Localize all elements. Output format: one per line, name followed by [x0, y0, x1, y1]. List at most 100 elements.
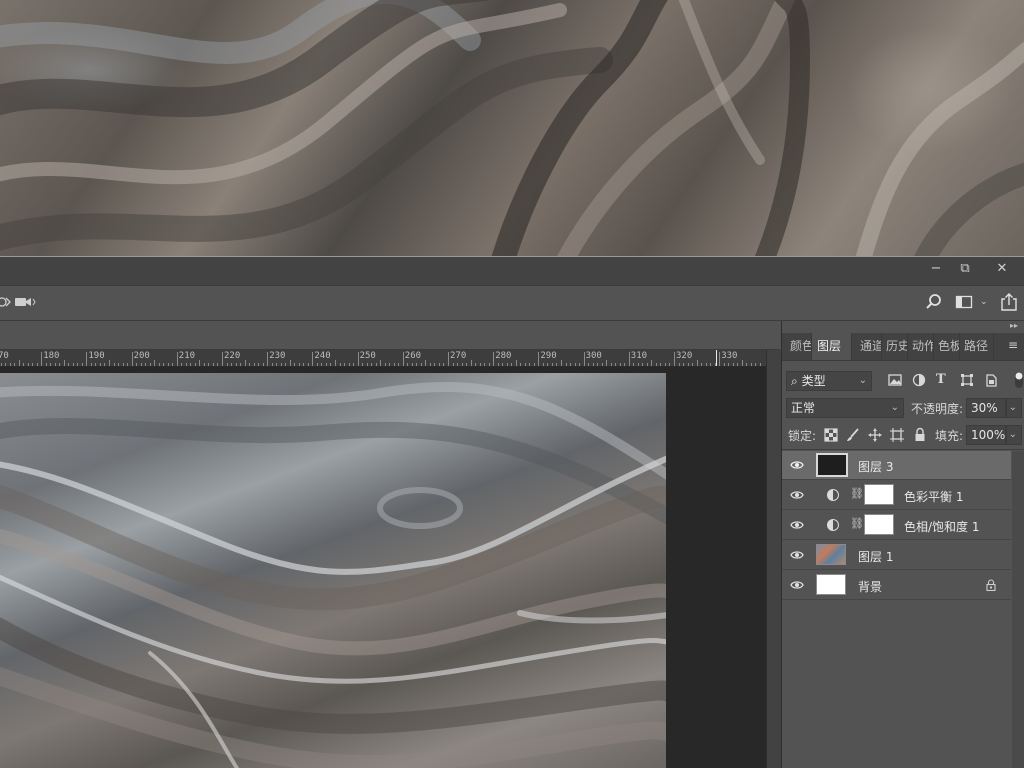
ruler-tick	[285, 363, 287, 366]
lock-icon	[986, 579, 996, 591]
layer-row[interactable]: ⛓ 色相/饱和度 1	[782, 511, 1011, 540]
adjustment-filter-icon[interactable]	[912, 373, 926, 387]
tab-color[interactable]: 颜色	[786, 333, 812, 360]
layer-row[interactable]: 背景	[782, 571, 1011, 600]
type-filter-icon[interactable]: T	[936, 372, 950, 388]
layer-row[interactable]: ⛓ 色彩平衡 1	[782, 481, 1011, 510]
lock-all-icon[interactable]	[913, 427, 927, 442]
ruler-tick	[511, 363, 513, 366]
ruler-tick-label: 70	[0, 351, 9, 361]
workspace-chevron-down-icon[interactable]: ⌄	[980, 297, 992, 307]
visibility-eye-icon[interactable]	[790, 518, 804, 532]
ruler-tick	[167, 363, 169, 366]
ruler-tick	[696, 360, 698, 366]
adjustment-layer-icon	[827, 519, 839, 531]
lock-artboard-icon[interactable]	[890, 428, 904, 442]
share-icon[interactable]	[1000, 292, 1018, 312]
layer-row[interactable]: 图层 1	[782, 541, 1011, 570]
ruler-tick	[9, 363, 11, 366]
ruler-tick	[190, 363, 192, 366]
visibility-eye-icon[interactable]	[790, 488, 804, 502]
3d-orbit-icon[interactable]	[0, 294, 12, 310]
ruler-tick	[217, 363, 219, 366]
visibility-eye-icon[interactable]	[790, 578, 804, 592]
ruler-tick	[443, 363, 445, 366]
fill-field[interactable]: 100%	[966, 425, 1006, 445]
ruler-tick	[411, 363, 413, 366]
link-chain-icon[interactable]: ⛓	[850, 517, 864, 530]
tab-history[interactable]: 历史	[882, 333, 908, 360]
tab-swatches[interactable]: 色板	[934, 333, 960, 360]
ruler-tick	[732, 363, 734, 366]
ruler-tick	[41, 352, 43, 366]
vertical-scrollbar[interactable]	[766, 350, 781, 768]
ruler-tick	[542, 363, 544, 366]
ruler-tick	[461, 363, 463, 366]
video-camera-icon[interactable]	[14, 294, 36, 310]
ruler-tick	[271, 363, 273, 366]
lock-position-icon[interactable]	[868, 428, 882, 442]
ruler-tick	[502, 363, 504, 366]
ruler-tick	[615, 363, 617, 366]
ruler-tick	[425, 360, 427, 366]
image-filter-icon[interactable]	[888, 373, 902, 387]
horizontal-ruler[interactable]: 70 180 190 200 210 220 230 240 250 260 270 280 290 30…	[0, 350, 766, 367]
opacity-field[interactable]: 30%	[966, 398, 1006, 418]
layer-mask-thumbnail[interactable]	[864, 484, 894, 505]
tab-layers[interactable]: 图层	[812, 333, 852, 360]
ruler-tick	[750, 363, 752, 366]
panel-menu-icon[interactable]: ≡	[1008, 338, 1022, 354]
tab-paths[interactable]: 路径	[960, 333, 994, 360]
ruler-tick-label: 300	[585, 351, 602, 361]
ruler-tick	[606, 360, 608, 366]
visibility-eye-icon[interactable]	[790, 458, 804, 472]
layers-scrollbar[interactable]	[1012, 451, 1024, 768]
layer-name: 背景	[858, 580, 883, 594]
blend-mode-dropdown[interactable]: 正常 ⌄	[786, 398, 904, 418]
canvas-image[interactable]	[0, 373, 666, 768]
ruler-tick	[741, 360, 743, 366]
layer-name: 图层 3	[858, 460, 894, 474]
minimize-button[interactable]: −	[921, 257, 951, 279]
lock-image-pixels-icon[interactable]	[846, 428, 860, 442]
layer-mask-thumbnail[interactable]	[864, 514, 894, 535]
tab-actions[interactable]: 动作	[908, 333, 934, 360]
ruler-tick	[574, 363, 576, 366]
close-button[interactable]: ✕	[985, 257, 1019, 279]
fill-dropdown-button[interactable]: ⌄	[1006, 425, 1022, 445]
restore-button[interactable]: ⧉	[950, 257, 980, 279]
ruler-tick	[140, 363, 142, 366]
ruler-tick	[484, 363, 486, 366]
ruler-tick	[479, 363, 481, 366]
workspace-layout-icon[interactable]	[955, 294, 975, 310]
filter-toggle-icon[interactable]	[1014, 370, 1024, 390]
collapse-panels-icon[interactable]: ▸▸	[1010, 321, 1024, 333]
visibility-eye-icon[interactable]	[790, 548, 804, 562]
ruler-tick	[524, 363, 526, 366]
ruler-tick-label: 210	[178, 351, 196, 361]
tab-channels[interactable]: 通道	[856, 333, 882, 360]
ruler-tick	[389, 363, 391, 366]
smart-object-filter-icon[interactable]	[984, 373, 998, 387]
ruler-tick	[307, 363, 309, 366]
search-icon[interactable]	[925, 293, 943, 311]
ruler-tick	[68, 363, 70, 366]
ruler-tick	[579, 363, 581, 366]
shape-filter-icon[interactable]	[960, 373, 974, 387]
ruler-tick	[610, 363, 612, 366]
ruler-tick-label: 320	[676, 351, 693, 361]
ruler-tick	[457, 363, 459, 366]
layer-filter-value: 类型	[801, 374, 826, 388]
ruler-tick	[475, 363, 477, 366]
ruler-tick	[637, 363, 639, 366]
chevron-down-icon: ⌄	[858, 375, 867, 386]
layer-filter-dropdown[interactable]: ⌕ 类型 ⌄	[786, 371, 872, 391]
lock-transparent-pixels-icon[interactable]	[824, 428, 838, 442]
layer-row[interactable]: 图层 3	[782, 451, 1011, 480]
adjustment-layer-icon	[827, 489, 839, 501]
link-chain-icon[interactable]: ⛓	[850, 487, 864, 500]
ruler-tick	[298, 363, 300, 366]
opacity-dropdown-button[interactable]: ⌄	[1006, 398, 1022, 418]
ruler-tick	[45, 363, 47, 366]
ruler-tick	[194, 363, 196, 366]
